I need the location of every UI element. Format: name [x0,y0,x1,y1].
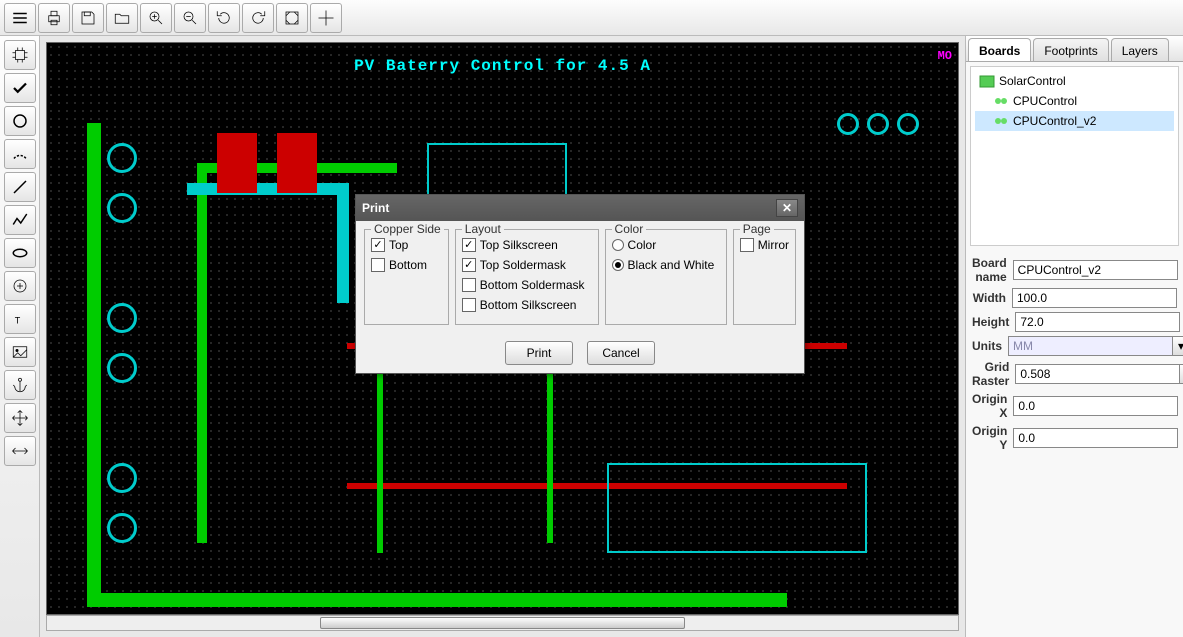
menu-button[interactable] [4,3,36,33]
tab-footprints[interactable]: Footprints [1033,38,1108,61]
svg-text:T: T [14,316,20,326]
height-input[interactable] [1015,312,1180,332]
tree-item[interactable]: CPUControl [975,91,1174,111]
chevron-down-icon[interactable]: ▾ [1179,364,1183,384]
board-icon [993,113,1009,129]
arc-tool[interactable] [4,139,36,169]
print-dialog: Print ✕ Copper Side Top Bottom Layout To… [355,194,805,374]
polyline-tool[interactable] [4,205,36,235]
close-icon[interactable]: ✕ [776,199,798,217]
bottom-soldermask-checkbox[interactable] [462,278,476,292]
canvas-area: PV Baterry Control for 4.5 A MO [40,36,965,637]
tree-item-selected[interactable]: CPUControl_v2 [975,111,1174,131]
fit-button[interactable] [276,3,308,33]
bottom-silkscreen-checkbox[interactable] [462,298,476,312]
mirror-checkbox[interactable] [740,238,754,252]
open-button[interactable] [106,3,138,33]
text-tool[interactable]: T [4,304,36,334]
chevron-down-icon[interactable]: ▾ [1172,336,1183,356]
layout-legend: Layout [462,222,504,236]
tabs: Boards Footprints Layers [966,36,1183,62]
move-tool[interactable] [4,403,36,433]
dialog-title: Print [362,201,389,215]
top-soldermask-checkbox[interactable] [462,258,476,272]
resize-h-tool[interactable] [4,436,36,466]
page-legend: Page [740,222,774,236]
units-input[interactable] [1008,336,1172,356]
top-checkbox[interactable] [371,238,385,252]
origin-y-input[interactable] [1013,428,1178,448]
color-radio[interactable] [612,239,624,251]
top-toolbar [0,0,1183,36]
board-name-input[interactable] [1013,260,1178,280]
zoom-out-button[interactable] [174,3,206,33]
left-toolbar: T [0,36,40,637]
board-icon [993,93,1009,109]
bottom-checkbox[interactable] [371,258,385,272]
right-panel: Boards Footprints Layers SolarControl CP… [965,36,1183,637]
check-tool[interactable] [4,73,36,103]
tree-root[interactable]: SolarControl [975,71,1174,91]
save-button[interactable] [72,3,104,33]
circle-tool[interactable] [4,106,36,136]
top-silkscreen-checkbox[interactable] [462,238,476,252]
dialog-cancel-button[interactable]: Cancel [587,341,655,365]
print-button[interactable] [38,3,70,33]
width-input[interactable] [1012,288,1177,308]
copper-side-legend: Copper Side [371,222,444,236]
corner-label: MO [938,49,952,63]
image-tool[interactable] [4,337,36,367]
anchor-tool[interactable] [4,370,36,400]
rotate-cw-button[interactable] [242,3,274,33]
rotate-ccw-button[interactable] [208,3,240,33]
zoom-in-button[interactable] [140,3,172,33]
dialog-print-button[interactable]: Print [505,341,573,365]
color-legend: Color [612,222,647,236]
origin-x-input[interactable] [1013,396,1178,416]
crosshair-button[interactable] [310,3,342,33]
tab-layers[interactable]: Layers [1111,38,1169,61]
main-area: T PV Baterry Control for 4.5 A MO [0,36,1183,637]
line-tool[interactable] [4,172,36,202]
chip-tool[interactable] [4,40,36,70]
grid-raster-input[interactable] [1015,364,1179,384]
board-tree[interactable]: SolarControl CPUControl CPUControl_v2 [970,66,1179,246]
properties-panel: Board name Width Height Units ▾ Grid Ras… [966,250,1183,462]
tab-boards[interactable]: Boards [968,38,1031,61]
board-title: PV Baterry Control for 4.5 A [354,57,651,75]
horizontal-scrollbar[interactable] [46,615,959,631]
bw-radio[interactable] [612,259,624,271]
dialog-titlebar[interactable]: Print ✕ [356,195,804,221]
folder-icon [979,73,995,89]
add-circle-tool[interactable] [4,271,36,301]
ellipse-tool[interactable] [4,238,36,268]
